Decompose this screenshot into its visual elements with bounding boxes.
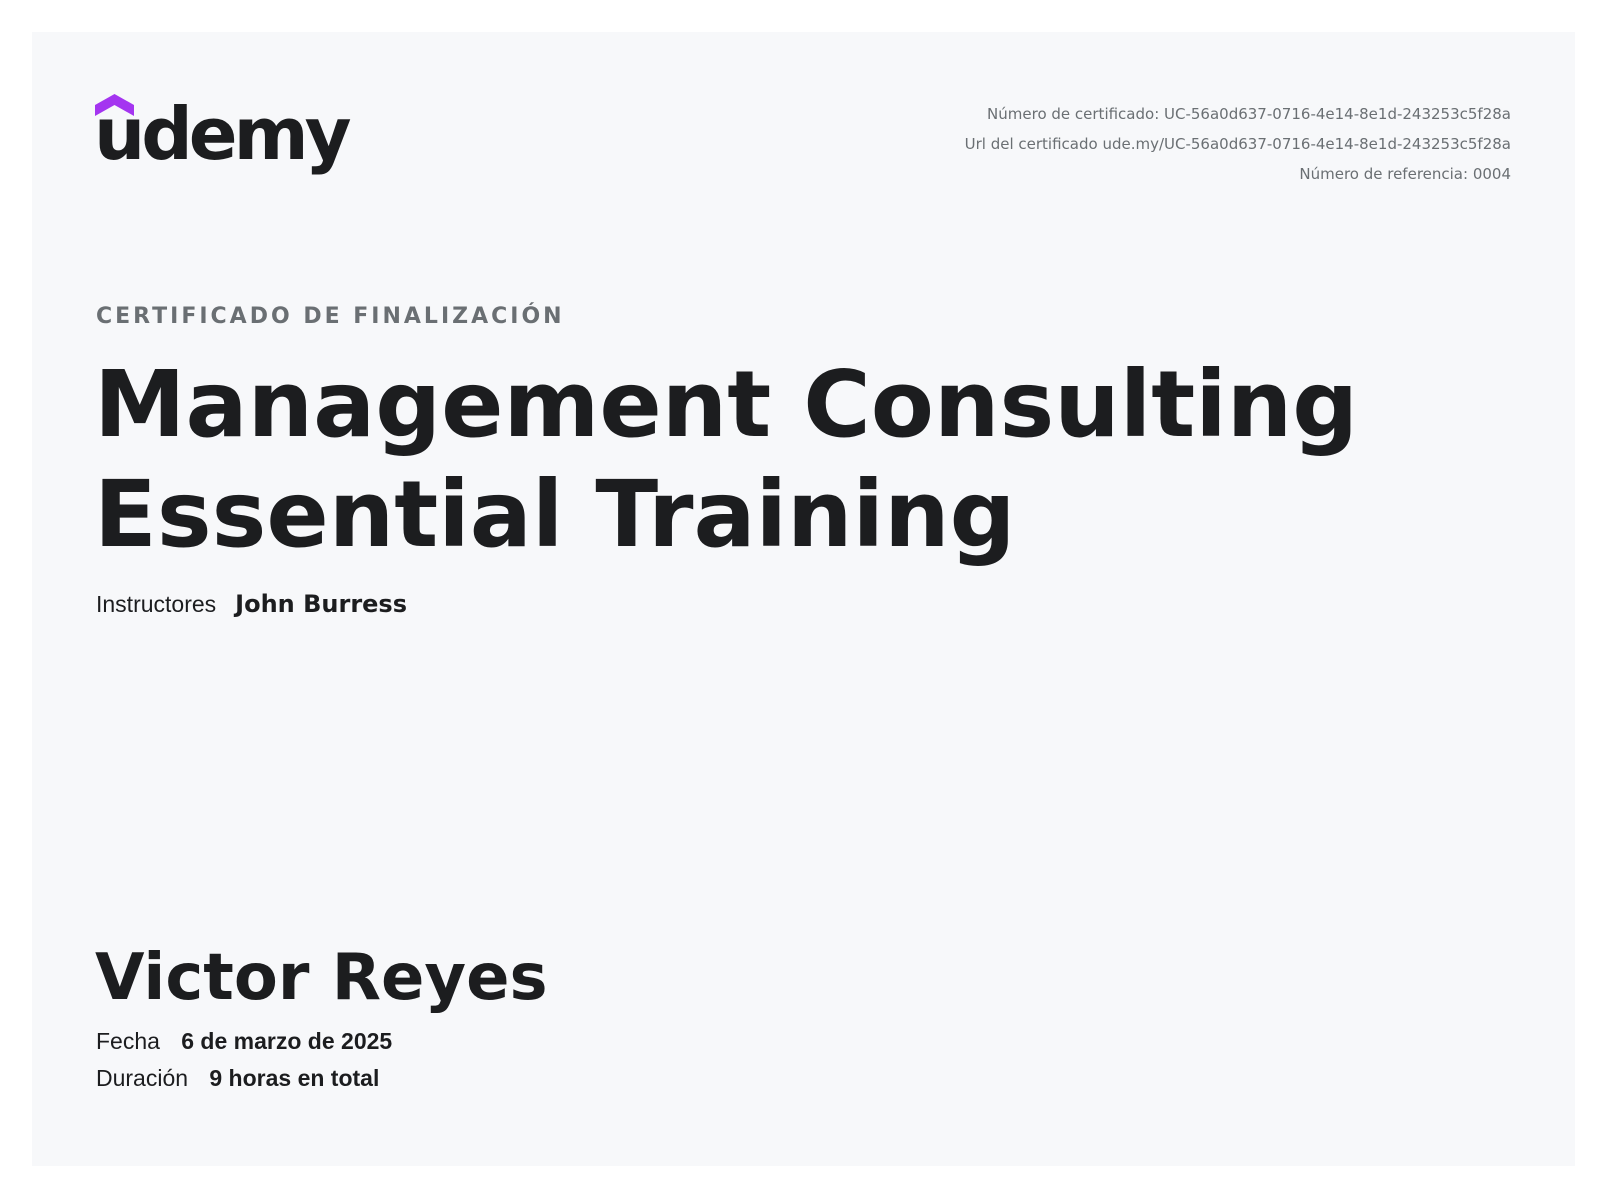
instructors-label: Instructores (96, 591, 217, 617)
duration-label: Duración (96, 1065, 189, 1091)
instructors-row: Instructores John Burress (96, 590, 407, 618)
reference-number: Número de referencia: 0004 (1299, 165, 1511, 183)
certificate-url: Url del certificado ude.my/UC-56a0d637-0… (964, 135, 1511, 153)
date-label: Fecha (96, 1028, 160, 1054)
duration-value: 9 horas en total (209, 1065, 380, 1091)
logo-wordmark: udemy (94, 92, 352, 176)
udemy-logo: udemy (94, 94, 364, 194)
certificate-heading: CERTIFICADO DE FINALIZACIÓN (96, 304, 565, 329)
date-value: 6 de marzo de 2025 (181, 1028, 393, 1054)
certificate: udemy Número de certificado: UC-56a0d637… (32, 32, 1575, 1166)
instructor-name: John Burress (235, 590, 407, 618)
certificate-number: Número de certificado: UC-56a0d637-0716-… (987, 105, 1511, 123)
duration-row: Duración 9 horas en total (96, 1065, 379, 1092)
course-title: Management Consulting Essential Training (94, 351, 1359, 568)
date-row: Fecha 6 de marzo de 2025 (96, 1028, 392, 1055)
certificate-meta: Número de certificado: UC-56a0d637-0716-… (965, 99, 1511, 189)
recipient-name: Victor Reyes (95, 941, 548, 1015)
